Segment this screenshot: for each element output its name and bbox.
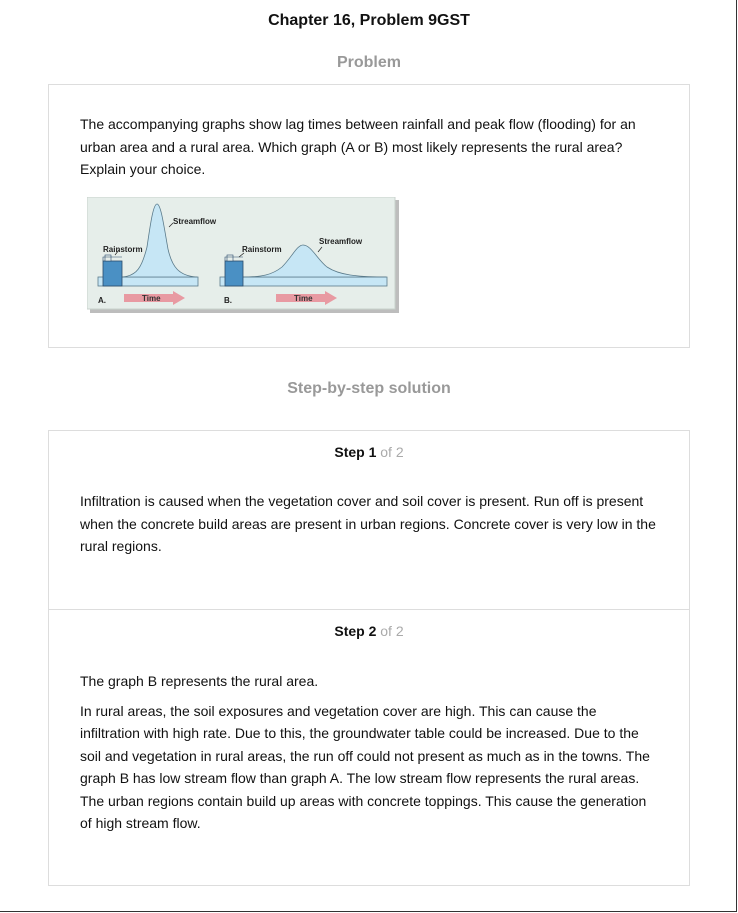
problem-card: The accompanying graphs show lag times b…: [48, 84, 690, 348]
step-2-label: Step 2: [334, 623, 377, 639]
graph-b-rain-label: Rainstorm: [242, 245, 282, 254]
graph-a-flow-label: Streamflow: [173, 217, 217, 226]
step-1-body: Infiltration is caused when the vegetati…: [80, 490, 660, 558]
graph-b-time-label: Time: [294, 294, 313, 303]
hydrograph-figure: Rainstorm Streamflow Time A. Rainstorm S…: [87, 197, 399, 313]
step-divider: [49, 609, 689, 610]
step-2-paragraph-2: In rural areas, the soil exposures and v…: [80, 702, 650, 832]
graph-a-panel-label: A.: [98, 296, 106, 305]
step-2-header: Step 2 of 2: [49, 623, 689, 639]
page-title: Chapter 16, Problem 9GST: [268, 12, 470, 29]
graph-a-time-label: Time: [142, 294, 161, 303]
step-2-of: of 2: [380, 623, 404, 639]
step-1-paragraph: Infiltration is caused when the vegetati…: [80, 493, 656, 554]
step-2-body: The graph B represents the rural area. I…: [80, 670, 660, 835]
graph-a-rain-label: Rainstorm: [103, 245, 143, 254]
graph-b-baseflow: [219, 276, 388, 287]
problem-heading: Problem: [336, 54, 401, 71]
solution-card: Step 1 of 2 Infiltration is caused when …: [48, 430, 690, 886]
graph-b-flow-label: Streamflow: [319, 237, 363, 246]
step-2-paragraph-1: The graph B represents the rural area.: [80, 673, 319, 689]
step-1-label: Step 1: [334, 444, 377, 460]
graph-a-rain-bar: [102, 260, 123, 287]
graph-b-panel-label: B.: [224, 296, 232, 305]
step-1-header: Step 1 of 2: [49, 444, 689, 460]
problem-text: The accompanying graphs show lag times b…: [80, 116, 636, 177]
solution-heading: Step-by-step solution: [287, 380, 451, 397]
step-1-of: of 2: [380, 444, 404, 460]
graph-b-rain-bar: [224, 260, 244, 287]
